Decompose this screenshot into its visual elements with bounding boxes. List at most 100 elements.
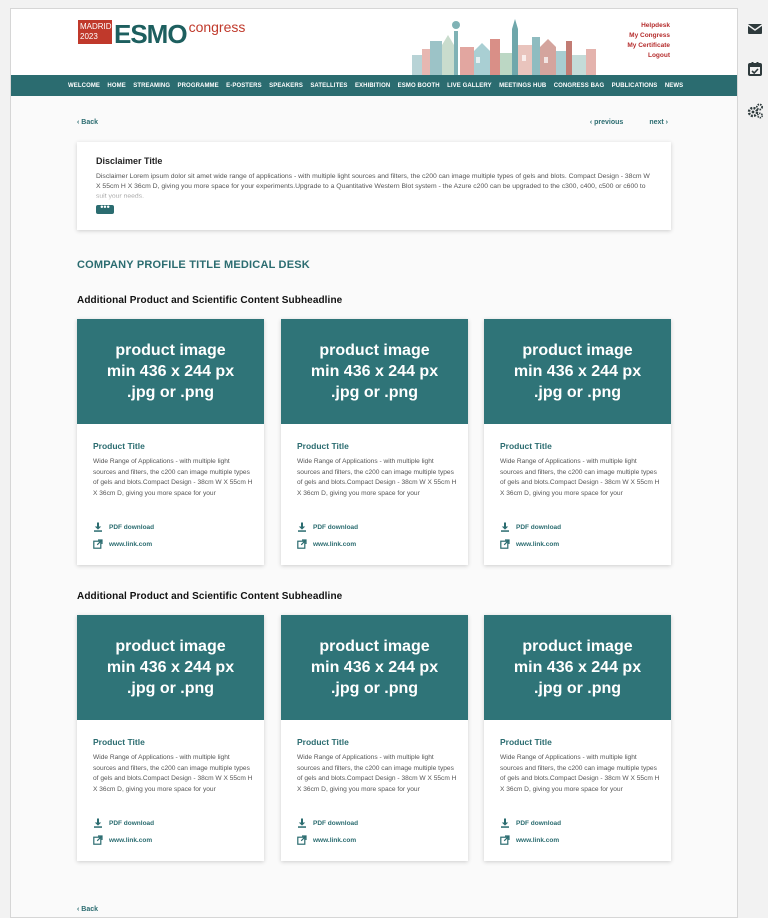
product-image-placeholder[interactable]: product image min 436 x 244 px .jpg or .… <box>281 615 468 720</box>
pdf-download-link[interactable]: PDF download <box>500 522 561 532</box>
download-icon <box>297 522 307 532</box>
download-icon <box>500 522 510 532</box>
product-description: Wide Range of Applications - with multip… <box>93 754 253 793</box>
pdf-download-label: PDF download <box>313 523 359 531</box>
nav-e-posters[interactable]: E-POSTERS <box>226 83 262 89</box>
download-icon <box>93 522 103 532</box>
pdf-download-link[interactable]: PDF download <box>297 818 358 828</box>
nav-publications[interactable]: PUBLICATIONS <box>612 83 658 89</box>
back-link-top[interactable]: ‹ Back <box>77 119 98 126</box>
website-link-label: www.link.com <box>516 836 560 844</box>
expand-disclaimer-button[interactable]: ••• <box>96 203 114 214</box>
website-link-label: www.link.com <box>516 540 560 548</box>
previous-link[interactable]: ‹ previous <box>590 119 623 126</box>
my-certificate-link[interactable]: My Certificate <box>627 41 670 51</box>
chevron-right-icon: › <box>663 119 668 126</box>
pdf-download-link[interactable]: PDF download <box>93 522 154 532</box>
download-icon <box>500 818 510 828</box>
external-link-icon <box>500 539 510 549</box>
website-link-label: www.link.com <box>313 540 357 548</box>
external-website-link[interactable]: www.link.com <box>297 539 356 549</box>
pdf-download-label: PDF download <box>313 819 359 827</box>
my-congress-link[interactable]: My Congress <box>627 31 670 41</box>
external-website-link[interactable]: www.link.com <box>500 835 559 845</box>
product-title: Product Title <box>93 441 145 451</box>
logo-suffix: congress <box>188 19 246 35</box>
esmo-congress-logo[interactable]: MADRID 2023 ESMO congress <box>78 20 245 50</box>
external-link-icon <box>297 539 307 549</box>
logo-city-badge: MADRID 2023 <box>78 20 112 44</box>
nav-programme[interactable]: PROGRAMME <box>178 83 219 89</box>
product-description: Wide Range of Applications - with multip… <box>297 458 457 497</box>
helpdesk-link[interactable]: Helpdesk <box>627 21 670 31</box>
external-link-icon <box>297 835 307 845</box>
external-link-icon <box>93 539 103 549</box>
product-image-text: product image min 436 x 244 px .jpg or .… <box>106 342 235 401</box>
logo-year: 2023 <box>80 32 98 41</box>
product-image-placeholder[interactable]: product image min 436 x 244 px .jpg or .… <box>77 615 264 720</box>
envelope-icon[interactable] <box>746 20 764 38</box>
settings-gears-icon[interactable] <box>746 102 764 120</box>
section-subheadline: Additional Product and Scientific Conten… <box>77 295 343 306</box>
pdf-download-label: PDF download <box>109 819 155 827</box>
pdf-download-link[interactable]: PDF download <box>297 522 358 532</box>
product-title: Product Title <box>297 441 349 451</box>
nav-meetings-hub[interactable]: MEETINGS HUB <box>499 83 546 89</box>
product-image-text: product image min 436 x 244 px .jpg or .… <box>513 342 642 401</box>
product-description: Wide Range of Applications - with multip… <box>297 754 457 793</box>
right-sidebar <box>740 0 768 918</box>
product-title: Product Title <box>500 441 552 451</box>
nav-welcome[interactable]: WELCOME <box>68 83 100 89</box>
nav-congress-bag[interactable]: CONGRESS BAG <box>554 83 605 89</box>
nav-live-gallery[interactable]: LIVE GALLERY <box>447 83 492 89</box>
external-website-link[interactable]: www.link.com <box>297 835 356 845</box>
product-title: Product Title <box>500 737 552 747</box>
disclaimer-box: Disclaimer Title Disclaimer Lorem ipsum … <box>77 142 671 230</box>
madrid-skyline-illustration <box>412 19 596 75</box>
product-title: Product Title <box>93 737 145 747</box>
nav-home[interactable]: HOME <box>107 83 125 89</box>
product-description: Wide Range of Applications - with multip… <box>500 458 660 497</box>
logout-link[interactable]: Logout <box>627 51 670 61</box>
product-image-text: product image min 436 x 244 px .jpg or .… <box>513 638 642 697</box>
back-label: Back <box>81 906 99 913</box>
download-icon <box>297 818 307 828</box>
back-link-bottom[interactable]: ‹ Back <box>77 906 98 913</box>
external-website-link[interactable]: www.link.com <box>93 539 152 549</box>
product-image-placeholder[interactable]: product image min 436 x 244 px .jpg or .… <box>484 615 671 720</box>
product-image-text: product image min 436 x 244 px .jpg or .… <box>310 342 439 401</box>
nav-news[interactable]: NEWS <box>665 83 683 89</box>
section-subheadline: Additional Product and Scientific Conten… <box>77 591 343 602</box>
product-card: product image min 436 x 244 px .jpg or .… <box>77 319 264 565</box>
next-label: next <box>649 119 664 126</box>
logo-city: MADRID <box>80 22 112 31</box>
pdf-download-link[interactable]: PDF download <box>93 818 154 828</box>
product-image-placeholder[interactable]: product image min 436 x 244 px .jpg or .… <box>281 319 468 424</box>
header: MADRID 2023 ESMO congress Helpdesk My Co… <box>11 9 737 75</box>
product-card: product image min 436 x 244 px .jpg or .… <box>484 615 671 861</box>
next-link[interactable]: next › <box>649 119 668 126</box>
main-nav: WELCOME HOME STREAMING PROGRAMME E-POSTE… <box>11 75 737 96</box>
calendar-check-icon[interactable] <box>746 60 764 78</box>
download-icon <box>93 818 103 828</box>
page: MADRID 2023 ESMO congress Helpdesk My Co… <box>10 8 738 918</box>
pdf-download-label: PDF download <box>516 523 562 531</box>
product-image-text: product image min 436 x 244 px .jpg or .… <box>106 638 235 697</box>
nav-satellites[interactable]: SATELLITES <box>310 83 347 89</box>
nav-exhibition[interactable]: EXHIBITION <box>355 83 390 89</box>
product-card: product image min 436 x 244 px .jpg or .… <box>484 319 671 565</box>
disclaimer-text: Disclaimer Lorem ipsum dolor sit amet wi… <box>96 173 650 200</box>
external-website-link[interactable]: www.link.com <box>500 539 559 549</box>
website-link-label: www.link.com <box>313 836 357 844</box>
pdf-download-link[interactable]: PDF download <box>500 818 561 828</box>
previous-label: previous <box>594 119 624 126</box>
external-website-link[interactable]: www.link.com <box>93 835 152 845</box>
nav-esmo-booth[interactable]: ESMO BOOTH <box>398 83 440 89</box>
nav-streaming[interactable]: STREAMING <box>133 83 170 89</box>
nav-speakers[interactable]: SPEAKERS <box>269 83 303 89</box>
product-image-placeholder[interactable]: product image min 436 x 244 px .jpg or .… <box>484 319 671 424</box>
product-card: product image min 436 x 244 px .jpg or .… <box>77 615 264 861</box>
product-image-placeholder[interactable]: product image min 436 x 244 px .jpg or .… <box>77 319 264 424</box>
back-label: Back <box>81 119 99 126</box>
product-description: Wide Range of Applications - with multip… <box>93 458 253 497</box>
